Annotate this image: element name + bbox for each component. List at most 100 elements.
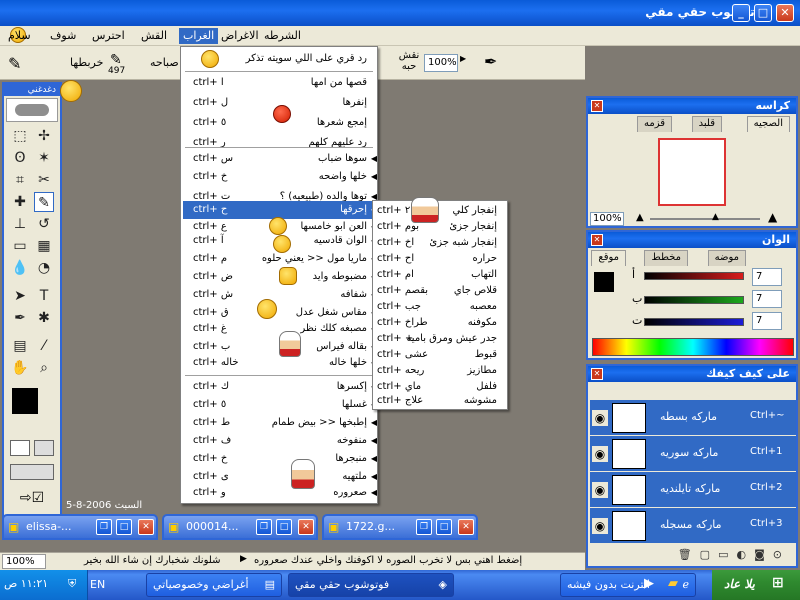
menu-row-11[interactable]: ctrl+ مماريا مول << يعني حلوه◀ <box>183 249 377 269</box>
minimized-window[interactable]: ▣ 1722.g... ❐ □ ✕ <box>322 514 478 540</box>
menu-row-22[interactable]: ctrl+ خ منبجرها ◀ <box>183 449 377 469</box>
panel-close-icon[interactable]: ✕ <box>591 234 603 246</box>
shield-icon[interactable]: ⛨ <box>68 577 76 591</box>
menu-row-13[interactable]: ctrl+ ششفافه◀ <box>183 285 377 305</box>
eraser-tool-icon[interactable]: ▭ <box>10 236 30 256</box>
minimized-window[interactable]: ▣ 000014... ❐ □ ✕ <box>162 514 318 540</box>
navigator-preview[interactable] <box>658 138 726 206</box>
tab-color[interactable]: موقع <box>591 250 626 266</box>
brush-tool-icon[interactable]: ✎ <box>34 192 54 212</box>
submenu-row-6[interactable]: ctrl+ جب معصبه <box>375 299 505 315</box>
zoom-field[interactable]: 100% <box>424 54 458 72</box>
submenu-row-10[interactable]: ctrl+ ريحه مطازيز <box>375 363 505 379</box>
close-button[interactable]: ✕ <box>458 519 474 535</box>
gradient-tool-icon[interactable]: ▦ <box>34 236 54 256</box>
screen-mode-button[interactable] <box>10 464 54 480</box>
dodge-tool-icon[interactable]: ◔ <box>34 258 54 278</box>
status-zoom-field[interactable]: 100% <box>2 554 46 569</box>
zoom-tool-icon[interactable]: ⌕ <box>34 358 54 378</box>
task-myfiles[interactable]: أغراضي وخصوصياتي ▤ <box>146 573 282 597</box>
magic-wand-icon[interactable]: ✶ <box>34 148 54 168</box>
tab-histogram[interactable]: قزمه <box>636 116 672 132</box>
tab-info[interactable]: قلبد <box>691 116 722 132</box>
menu-row-20[interactable]: ctrl+ ط إطبخها << بيض طمام ◀ <box>183 413 377 433</box>
foreground-color-swatch[interactable] <box>12 388 38 414</box>
fx-icon[interactable]: ⊙ <box>773 548 790 561</box>
trash-icon[interactable]: 🗑 <box>678 548 700 561</box>
pen-tool-icon[interactable]: ✒ <box>10 308 30 328</box>
submenu-row-1[interactable]: ctrl+ بوم إنفجار جزئ <box>375 219 505 235</box>
channel-c-field[interactable]: 7 <box>752 312 782 330</box>
navigator-zoom-slider[interactable] <box>650 218 760 220</box>
airbrush-icon[interactable]: ✒ <box>484 52 497 71</box>
brush-preset-icon[interactable]: ✎ <box>8 54 21 73</box>
close-button[interactable]: ✕ <box>298 519 314 535</box>
shape-tool-icon[interactable]: ✱ <box>34 308 54 328</box>
panel-close-icon[interactable]: ✕ <box>591 368 603 380</box>
notes-tool-icon[interactable]: ▤ <box>10 336 30 356</box>
layer-row[interactable]: ◉ ماركه مسجله Ctrl+3 <box>590 508 796 544</box>
menu-qash[interactable]: القش <box>137 28 171 44</box>
maximize-button[interactable]: □ <box>116 519 132 535</box>
eyedropper-icon[interactable]: ⁄ <box>34 336 54 356</box>
maximize-button[interactable]: □ <box>754 4 772 22</box>
menu-row-6[interactable]: ctrl+ خ خلها واضحه ◀ <box>183 167 377 187</box>
restore-button[interactable]: ❐ <box>416 519 432 535</box>
maximize-button[interactable]: □ <box>276 519 292 535</box>
quicklaunch-media-icon[interactable]: ▶ <box>644 576 654 591</box>
marquee-tool-icon[interactable]: ⬚ <box>10 126 30 146</box>
folder-icon[interactable]: ▭ <box>718 548 736 561</box>
menu-aghrad[interactable]: الاغراض <box>217 28 263 44</box>
layer-row[interactable]: ◉ ماركه تايلنديه Ctrl+2 <box>590 472 796 508</box>
move-tool-icon[interactable]: ✢ <box>34 126 54 146</box>
channel-b-slider[interactable] <box>644 296 744 304</box>
menu-shurta[interactable]: الشرطه <box>260 28 305 44</box>
channel-a-slider[interactable] <box>644 272 744 280</box>
color-spectrum-ramp[interactable] <box>592 338 794 356</box>
jump-to-imageready-icon[interactable]: ⇨☑ <box>10 490 54 508</box>
slice-tool-icon[interactable]: ✂ <box>34 170 54 190</box>
minimize-button[interactable]: _ <box>732 4 750 22</box>
restore-button[interactable]: ❐ <box>256 519 272 535</box>
layer-row[interactable]: ◉ ماركه سوريه Ctrl+1 <box>590 436 796 472</box>
stamp-tool-icon[interactable]: ⊥ <box>10 214 30 234</box>
menu-row-17[interactable]: ctrl+ خالهخلها خاله◀ <box>183 353 377 373</box>
menu-row-21[interactable]: ctrl+ ف منفوخه ◀ <box>183 431 377 451</box>
restore-button[interactable]: ❐ <box>96 519 112 535</box>
history-brush-icon[interactable]: ↺ <box>34 214 54 234</box>
type-tool-icon[interactable]: T <box>34 286 54 306</box>
clock[interactable]: ١١:٢١ ص <box>4 577 48 590</box>
menu-ehtares[interactable]: احترس <box>88 28 129 44</box>
eye-icon[interactable]: ◉ <box>592 482 608 498</box>
maximize-button[interactable]: □ <box>436 519 452 535</box>
color-foreground-swatch[interactable] <box>594 272 614 292</box>
quicklaunch-folder-icon[interactable]: ▰ <box>668 576 678 591</box>
blur-tool-icon[interactable]: 💧 <box>10 258 30 278</box>
crop-tool-icon[interactable]: ⌗ <box>10 170 30 190</box>
submenu-row-4[interactable]: ctrl+ ام التهاب <box>375 267 505 283</box>
eye-icon[interactable]: ◉ <box>592 446 608 462</box>
submenu-row-12[interactable]: ctrl+ علاج مشوشه <box>375 393 505 409</box>
menu-row-24[interactable]: ctrl+ و صعروره ◀ <box>183 483 377 503</box>
start-button[interactable]: يلا عاد ⊞ <box>712 570 800 600</box>
menu-row-19[interactable]: ctrl+ ٥غسلها◀ <box>183 395 377 415</box>
path-select-icon[interactable]: ➤ <box>10 286 30 306</box>
zoom-slider-thumb-icon[interactable]: ▲ <box>712 212 719 222</box>
hand-tool-icon[interactable]: ✋ <box>10 358 30 378</box>
submenu-row-7[interactable]: ctrl+ طراخ مكوفنه <box>375 315 505 331</box>
language-indicator[interactable]: EN <box>90 578 105 591</box>
adjustment-icon[interactable]: ◐ <box>736 548 754 561</box>
menu-salam[interactable]: سلام <box>4 28 35 44</box>
zoom-out-icon[interactable]: ▲ <box>636 212 644 223</box>
submenu-row-8[interactable]: ctrl+ + جدر عيش ومرق باميه <box>375 331 505 347</box>
channel-a-field[interactable]: 7 <box>752 268 782 286</box>
eye-icon[interactable]: ◉ <box>592 410 608 426</box>
submenu-row-3[interactable]: ctrl+ اح حراره <box>375 251 505 267</box>
menu-shoof[interactable]: شوف <box>46 28 80 44</box>
mask-icon[interactable]: ◙ <box>754 548 773 561</box>
healing-brush-icon[interactable]: ✚ <box>10 192 30 212</box>
close-button[interactable]: ✕ <box>776 4 794 22</box>
menu-ghurab[interactable]: الغراب <box>179 28 219 44</box>
channel-c-slider[interactable] <box>644 318 744 326</box>
minimized-window[interactable]: ▣ elissa-... ❐ □ ✕ <box>2 514 158 540</box>
